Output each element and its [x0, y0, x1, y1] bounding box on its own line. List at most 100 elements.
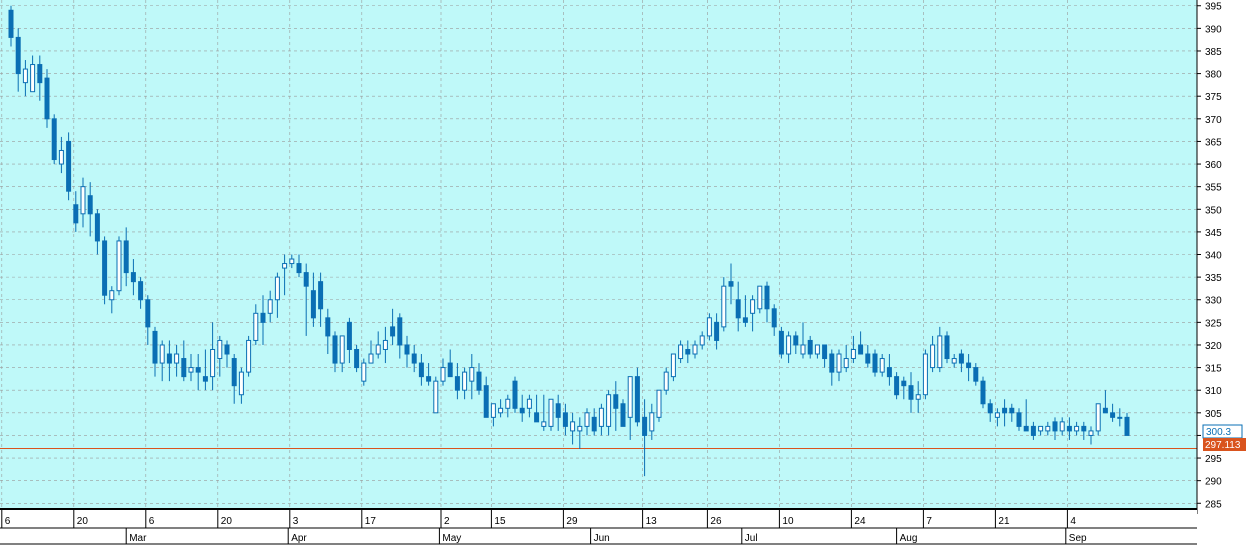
x-day-label: 13 — [646, 516, 658, 527]
candle-up — [598, 407, 604, 427]
candle-down — [620, 403, 626, 427]
candle-up — [1059, 421, 1065, 432]
candle-up — [577, 425, 583, 432]
y-tick-label: 290 — [1205, 477, 1222, 488]
candle-down — [123, 240, 129, 274]
candle-down — [102, 240, 108, 296]
x-day-label: 21 — [998, 516, 1010, 527]
y-tick-label: 380 — [1205, 70, 1222, 81]
candle-up — [1088, 430, 1094, 436]
candle-down — [793, 335, 799, 346]
candle-down — [735, 299, 741, 319]
candle-up — [498, 407, 504, 414]
candle-down — [181, 358, 187, 378]
candle-down — [778, 330, 784, 355]
x-day-label: 24 — [854, 516, 866, 527]
x-day-label: 6 — [149, 516, 155, 527]
candle-up — [253, 312, 259, 341]
candle-down — [958, 353, 964, 364]
x-day-label: 3 — [293, 516, 299, 527]
candle-up — [750, 299, 756, 314]
candle-up — [375, 344, 381, 355]
candle-up — [210, 348, 216, 378]
candle-down — [8, 9, 14, 38]
candle-up — [217, 339, 223, 360]
x-day-label: 15 — [494, 516, 506, 527]
candle-up — [678, 344, 684, 360]
candle-down — [37, 64, 43, 84]
candle-up — [721, 285, 727, 328]
candle-down — [822, 344, 828, 360]
candle-down — [987, 403, 993, 414]
candle-down — [908, 385, 914, 400]
candle-down — [51, 118, 57, 161]
candle-down — [318, 281, 324, 310]
candle-up — [58, 149, 64, 165]
candle-up — [951, 358, 957, 364]
candle-down — [1009, 407, 1015, 414]
candle-up — [670, 353, 676, 378]
candle-up — [656, 389, 662, 418]
candle-up — [930, 344, 936, 369]
y-tick-label: 350 — [1205, 205, 1222, 216]
x-day-label: 20 — [221, 516, 233, 527]
candle-down — [346, 321, 352, 350]
candle-down — [483, 385, 489, 418]
candle-up — [469, 367, 475, 382]
y-tick-label: 325 — [1205, 318, 1222, 329]
y-tick-label: 375 — [1205, 92, 1222, 103]
y-tick-label: 345 — [1205, 228, 1222, 239]
x-day-label: 26 — [710, 516, 722, 527]
candle-down — [872, 353, 878, 373]
candle-down — [332, 335, 338, 364]
candle-down — [1030, 425, 1036, 436]
x-day-label: 7 — [926, 516, 932, 527]
y-tick-label: 305 — [1205, 409, 1222, 420]
candle-down — [829, 353, 835, 373]
candle-down — [685, 348, 691, 355]
candle-up — [109, 290, 115, 301]
candle-down — [714, 321, 720, 341]
candle-down — [447, 362, 453, 378]
candle-up — [548, 398, 554, 427]
candle-down — [742, 317, 748, 323]
candle-up — [80, 186, 86, 215]
candle-up — [584, 412, 590, 427]
candle-up — [994, 412, 1000, 418]
candle-down — [865, 353, 871, 364]
candle-up — [922, 353, 928, 396]
y-tick-label: 330 — [1205, 296, 1222, 307]
x-month-label: Aug — [900, 533, 918, 544]
x-month-label: Sep — [1069, 533, 1087, 544]
candle-up — [246, 339, 252, 373]
candle-up — [505, 398, 511, 409]
x-month-label: Mar — [129, 533, 147, 544]
candle-up — [706, 317, 712, 337]
candle-up — [1095, 403, 1101, 432]
y-tick-label: 315 — [1205, 364, 1222, 375]
candle-up — [1074, 425, 1080, 432]
candle-down — [310, 290, 316, 319]
candle-down — [426, 376, 432, 382]
candle-down — [562, 412, 568, 427]
candle-down — [224, 344, 230, 355]
candle-down — [858, 344, 864, 355]
candle-up — [836, 353, 842, 373]
candle-up — [382, 339, 388, 350]
candle-down — [73, 204, 79, 224]
candle-down — [44, 77, 50, 120]
candle-up — [188, 367, 194, 373]
candle-down — [1124, 416, 1130, 436]
value-labels: 300.3 297.113 — [1202, 424, 1246, 451]
candle-up — [699, 335, 705, 346]
y-tick-label: 370 — [1205, 115, 1222, 126]
candle-down — [296, 263, 302, 274]
candle-up — [238, 371, 244, 396]
candle-up — [570, 421, 576, 432]
candlestick-chart: 2852902953003053103153203253303353403453… — [0, 0, 1246, 545]
y-tick-label: 355 — [1205, 183, 1222, 194]
candle-down — [1102, 407, 1108, 414]
candle-down — [642, 416, 648, 436]
candle-down — [634, 376, 640, 423]
candle-up — [30, 64, 36, 93]
